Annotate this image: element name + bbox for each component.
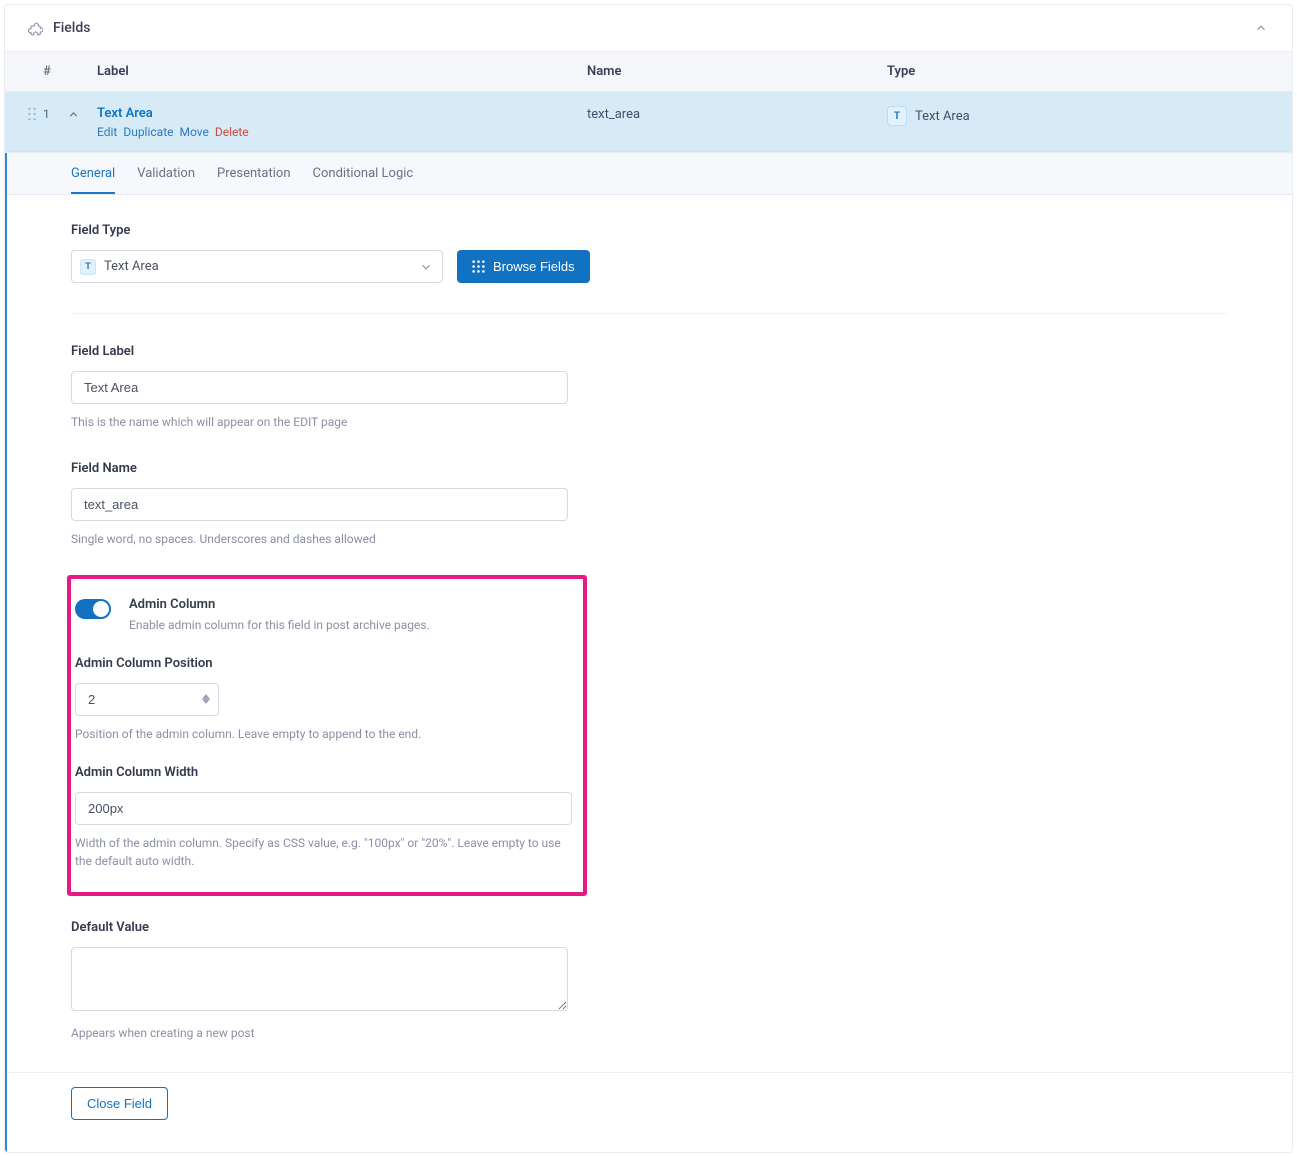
close-field-button[interactable]: Close Field <box>71 1087 168 1120</box>
tab-conditional-logic[interactable]: Conditional Logic <box>313 153 414 194</box>
highlight-annotation: Admin Column Enable admin column for thi… <box>67 575 587 896</box>
admin-column-position-input[interactable] <box>75 683 219 716</box>
panel-header: Fields <box>5 5 1292 52</box>
col-type: Type <box>887 64 1270 79</box>
action-edit[interactable]: Edit <box>97 125 117 139</box>
action-duplicate[interactable]: Duplicate <box>123 125 173 139</box>
fields-panel: Fields # Label Name Type 1 Text Area Edi… <box>4 4 1293 1153</box>
row-label[interactable]: Text Area <box>97 106 587 121</box>
field-label-input[interactable] <box>71 371 568 404</box>
tab-presentation[interactable]: Presentation <box>217 153 291 194</box>
text-area-icon: T <box>80 259 96 275</box>
columns-header: # Label Name Type <box>5 52 1292 92</box>
field-name-input[interactable] <box>71 488 568 521</box>
field-editor: General Validation Presentation Conditio… <box>5 152 1292 1152</box>
action-delete[interactable]: Delete <box>215 125 249 139</box>
action-move[interactable]: Move <box>180 125 209 139</box>
setting-admin-column: Admin Column Enable admin column for thi… <box>75 597 579 632</box>
setting-field-name: Field Name Single word, no spaces. Under… <box>71 461 1226 578</box>
row-name: text_area <box>587 106 887 122</box>
setting-label: Field Type <box>71 223 1226 238</box>
chevron-down-icon <box>419 260 433 274</box>
setting-admin-column-width: Admin Column Width Width of the admin co… <box>75 765 579 870</box>
plugin-icon <box>27 20 43 36</box>
col-index: # <box>27 64 67 79</box>
row-type-text: Text Area <box>915 109 970 124</box>
setting-admin-column-position: Admin Column Position Position of the ad… <box>75 656 579 743</box>
type-badge-icon: T <box>887 106 907 126</box>
row-collapse-toggle[interactable] <box>67 106 97 121</box>
setting-field-label: Field Label This is the name which will … <box>71 344 1226 461</box>
tab-validation[interactable]: Validation <box>137 153 195 194</box>
field-row[interactable]: 1 Text Area Edit Duplicate Move Delete t… <box>5 92 1292 152</box>
editor-tabs: General Validation Presentation Conditio… <box>5 153 1292 195</box>
default-value-input[interactable] <box>71 947 568 1011</box>
grid-icon <box>472 260 485 273</box>
number-stepper[interactable] <box>199 689 213 709</box>
tab-general[interactable]: General <box>71 153 115 194</box>
setting-field-type: Field Type T Text Area Browse Fields <box>71 223 1226 314</box>
admin-column-width-input[interactable] <box>75 792 572 825</box>
col-label: Label <box>97 64 587 79</box>
col-name: Name <box>587 64 887 79</box>
drag-handle[interactable]: 1 <box>27 106 67 121</box>
setting-default-value: Default Value Appears when creating a ne… <box>71 920 1226 1072</box>
admin-column-toggle[interactable] <box>75 599 111 619</box>
row-index: 1 <box>43 107 50 121</box>
browse-fields-button[interactable]: Browse Fields <box>457 250 590 283</box>
panel-collapse-toggle[interactable] <box>1252 19 1270 37</box>
field-type-select[interactable]: Text Area <box>71 250 443 283</box>
panel-title: Fields <box>53 20 90 36</box>
